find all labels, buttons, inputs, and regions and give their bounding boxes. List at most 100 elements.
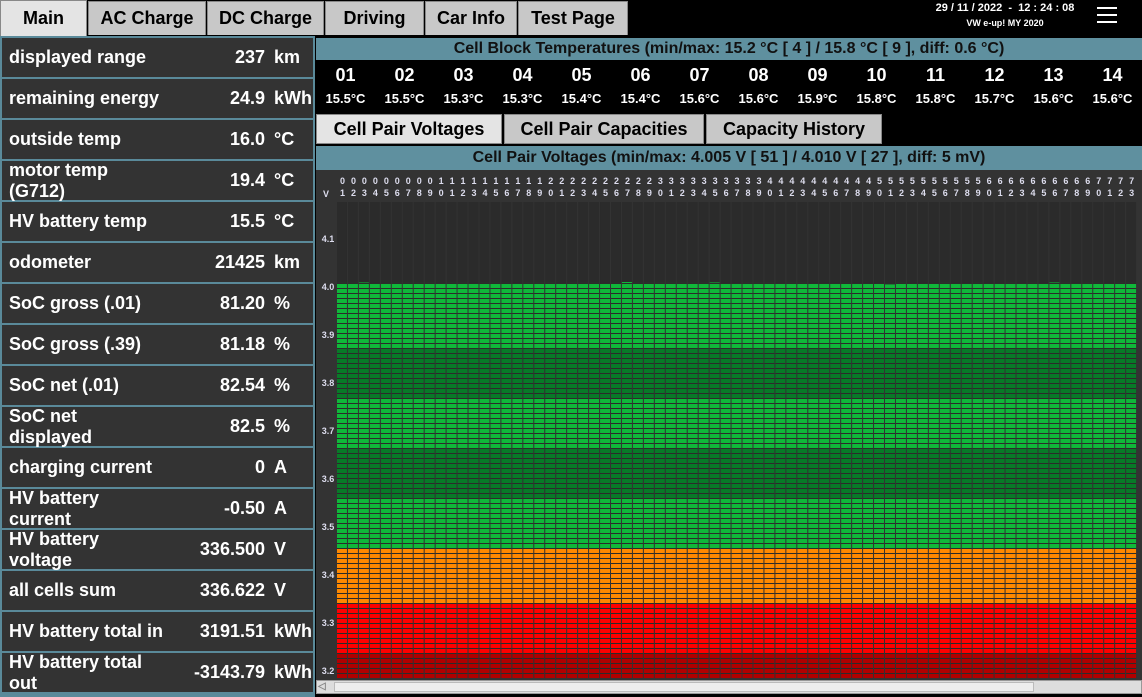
block-number: 02 [394,65,415,85]
scroll-left-icon[interactable]: ◁ [318,681,332,693]
x-tick-label: 0 [373,176,378,186]
value-unit: % [274,293,291,313]
x-tick-label: 7 [1107,176,1112,186]
block-number: 08 [748,65,769,85]
tab-dc-charge[interactable]: DC Charge [207,1,324,35]
temp-block: 08 15.6°C [729,62,788,112]
x-tick-label: 4 [833,176,838,186]
tab-driving[interactable]: Driving [325,1,424,35]
tab-main[interactable]: Main [0,0,87,36]
x-tick-label: 3 [746,176,751,186]
x-tick-label: 2 [647,176,652,186]
x-tick-label: 8 [855,188,860,198]
tab-cell-pair-capacities[interactable]: Cell Pair Capacities [504,114,704,144]
block-number: 11 [925,65,946,85]
x-tick-label: 6 [1030,176,1035,186]
x-tick-label: 6 [1063,176,1068,186]
values-panel: displayed range 237 km remaining energy 24.9… [0,36,315,697]
x-tick-label: 8 [417,188,422,198]
x-tick-label: 6 [987,176,992,186]
horizontal-scrollbar[interactable]: ◁ [316,680,1142,694]
temp-block: 13 15.6°C [1024,62,1083,112]
x-tick-label: 1 [340,188,345,198]
tab-ac-charge[interactable]: AC Charge [88,1,206,35]
x-tick-label: 1 [1107,188,1112,198]
x-tick-label: 7 [625,188,630,198]
x-tick-label: 2 [581,176,586,186]
value-label: SoC net (.01) [9,375,120,395]
x-tick-label: 6 [998,176,1003,186]
temp-block: 04 15.3°C [493,62,552,112]
x-tick-label: 5 [713,188,718,198]
scroll-thumb[interactable] [334,682,1034,692]
x-tick-label: 9 [1085,188,1090,198]
x-tick-label: 8 [965,188,970,198]
value-row: SoC gross (.01) 81.20% [2,284,313,323]
value-unit: V [274,580,287,600]
value-number: 336.622 [199,580,265,600]
value-number: 336.500 [199,539,265,559]
x-tick-label: 5 [888,176,893,186]
temp-block: 03 15.3°C [434,62,493,112]
value-number: 81.20 [219,293,265,313]
x-tick-label: 0 [417,176,422,186]
x-tick-label: 3 [669,176,674,186]
block-temp: 15.6°C [1092,91,1133,106]
x-tick-label: 4 [921,188,926,198]
x-tick-label: 3 [691,188,696,198]
value-row: HV battery total out -3143.79 kWh [2,652,313,693]
value-row: remaining energy 24.9 kWh [2,79,313,118]
x-tick-label: 4 [767,176,772,186]
block-number: 07 [689,65,710,85]
tab-test-page[interactable]: Test Page [518,1,628,35]
x-tick-label: 0 [340,176,345,186]
y-tick-label: 3.4 [322,570,335,580]
temp-block: 01 15.5°C [316,62,375,112]
x-tick-label: 2 [351,188,356,198]
x-tick-label: 5 [921,176,926,186]
value-unit: % [274,416,291,436]
y-tick-label: 4.0 [322,282,335,292]
x-tick-label: 1 [450,176,455,186]
x-tick-label: 8 [746,188,751,198]
x-tick-label: 5 [965,176,970,186]
value-number: 237 [234,47,265,67]
x-tick-label: 2 [548,176,553,186]
cell-block-temperatures: 01 15.5°C 02 15.5°C 03 15.3°C 04 15.3°C 05 15.4°C… [316,62,1142,112]
block-temp: 15.5°C [384,91,425,106]
x-tick-label: 5 [877,176,882,186]
x-tick-label: 2 [680,188,685,198]
x-tick-label: 5 [932,176,937,186]
x-tick-label: 4 [778,176,783,186]
block-temp: 15.6°C [679,91,720,106]
y-tick-label: 3.5 [322,522,335,532]
x-tick-label: 2 [789,188,794,198]
x-tick-label: 0 [767,188,772,198]
value-unit: % [274,334,291,354]
y-tick-label: 3.8 [322,378,335,388]
x-tick-label: 0 [351,176,356,186]
chart-tabs: Cell Pair Voltages Cell Pair Capacities … [316,114,884,144]
x-tick-label: 8 [1074,188,1079,198]
block-temp: 15.6°C [738,91,779,106]
header-info: 29 / 11 / 2022 - 12 : 24 : 08 VW e-up! M… [905,1,1105,31]
x-tick-label: 2 [636,176,641,186]
tab-capacity-history[interactable]: Capacity History [706,114,882,144]
value-row: SoC net displayed 82.5% [2,406,313,447]
x-tick-label: 0 [658,188,663,198]
x-tick-label: 7 [1118,176,1123,186]
x-tick-label: 3 [713,176,718,186]
temp-block: 11 15.8°C [906,62,965,112]
x-tick-label: 6 [1085,176,1090,186]
value-row: motor temp (G712) 19.4 °C [2,160,313,201]
main-tabs: Main AC Charge DC Charge Driving Car Inf… [0,0,629,36]
x-tick-label: 9 [647,188,652,198]
x-tick-label: 2 [461,188,466,198]
x-tick-label: 4 [800,176,805,186]
temp-block: 07 15.6°C [670,62,729,112]
block-temp: 15.3°C [502,91,543,106]
tab-car-info[interactable]: Car Info [425,1,517,35]
hamburger-icon[interactable] [1097,4,1117,24]
x-tick-label: 9 [866,188,871,198]
tab-cell-pair-voltages[interactable]: Cell Pair Voltages [316,114,502,144]
